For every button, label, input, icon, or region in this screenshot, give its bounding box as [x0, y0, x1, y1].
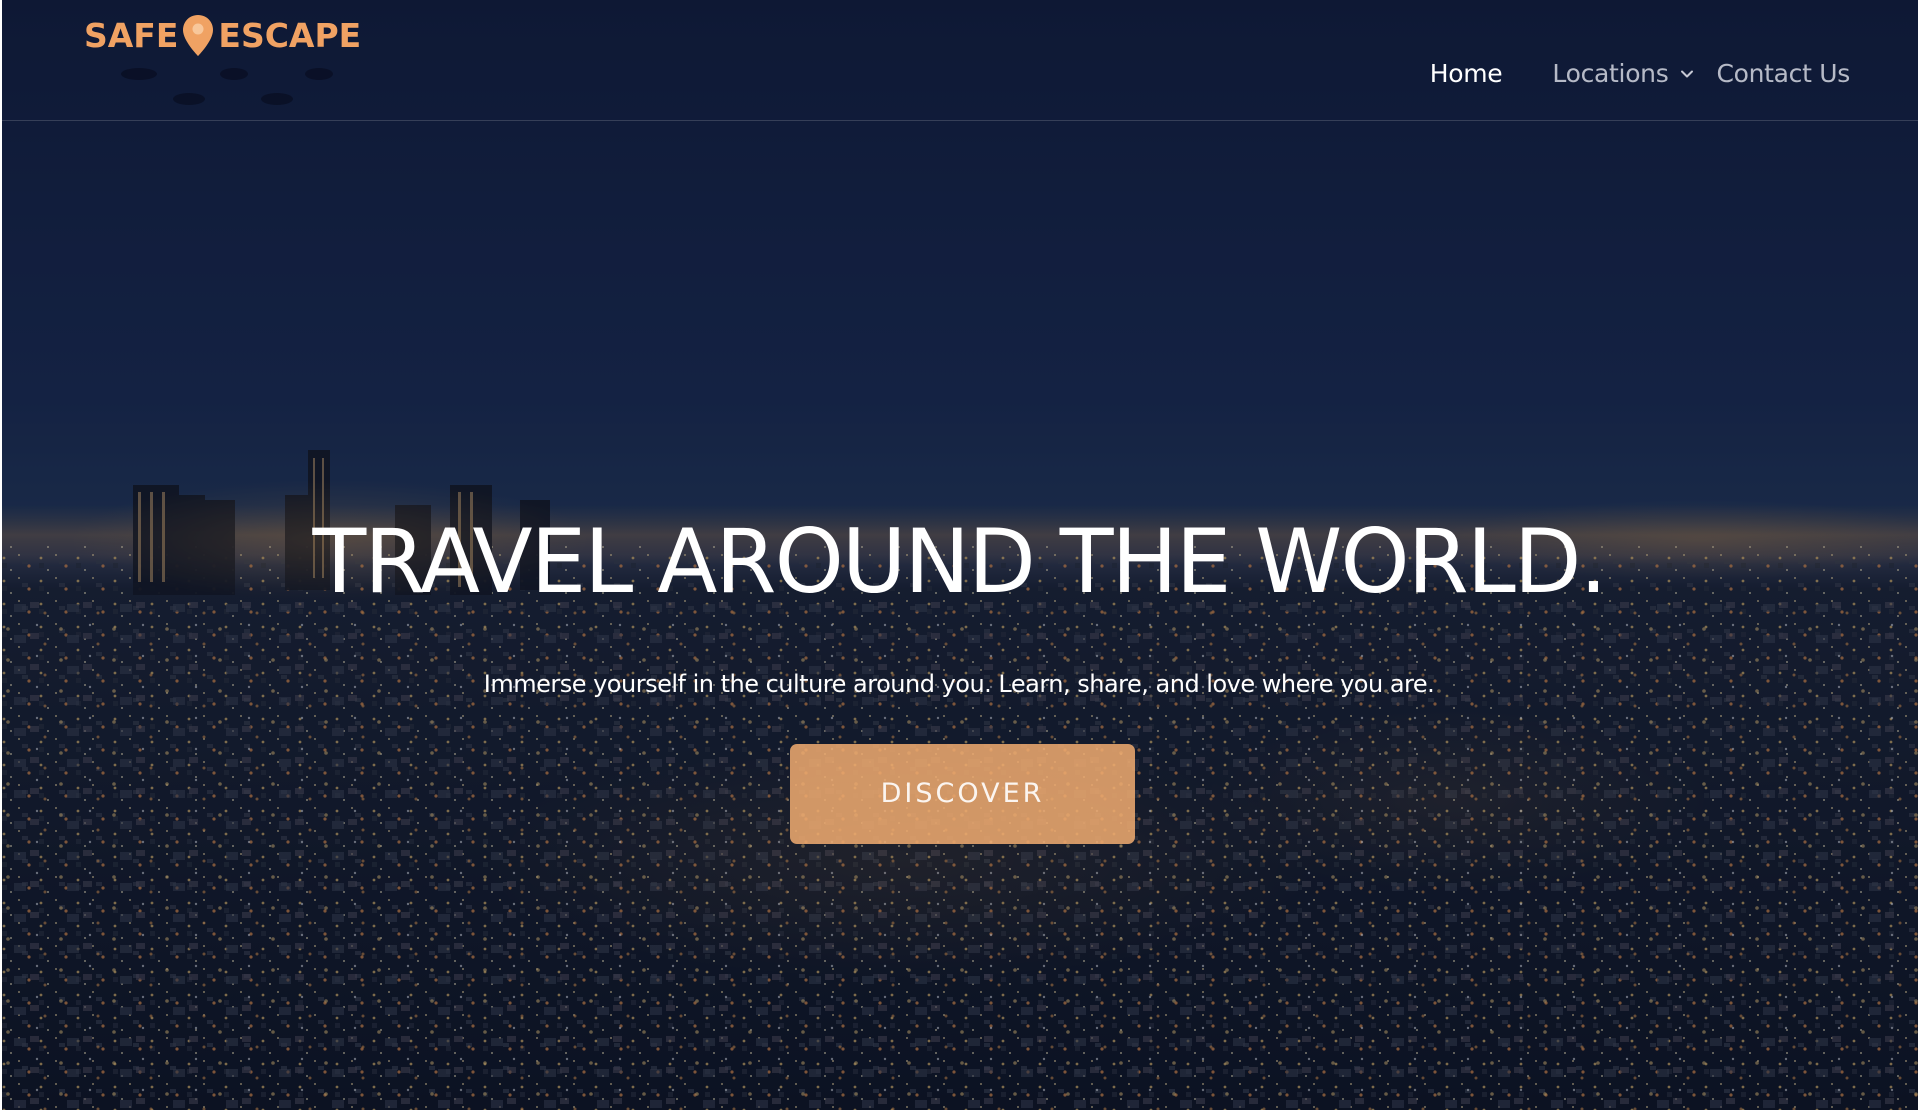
map-pin-icon	[183, 15, 214, 56]
brand-name-right: ESCAPE	[218, 16, 362, 55]
nav-locations-dropdown[interactable]: Locations	[1552, 59, 1694, 88]
nav-home-link[interactable]: Home	[1430, 59, 1503, 88]
landing-page: SAFE ESCAPE Home Locations Contact Us TR…	[0, 0, 1918, 1110]
nav-locations-label: Locations	[1552, 58, 1669, 88]
brand-name-left: SAFE	[84, 16, 179, 55]
nav-contact-label: Contact Us	[1716, 58, 1850, 88]
brand-logo[interactable]: SAFE ESCAPE	[84, 12, 361, 60]
nav-home-label: Home	[1429, 58, 1503, 88]
top-navbar: SAFE ESCAPE Home Locations Contact Us	[0, 0, 1918, 121]
hero-title: TRAVEL AROUND THE WORLD.	[312, 510, 1608, 613]
nav-contact-link[interactable]: Contact Us	[1716, 59, 1850, 88]
discover-button[interactable]: DISCOVER	[790, 744, 1135, 844]
main-navigation: Home Locations Contact Us	[1430, 54, 1851, 92]
hero-subtitle: Immerse yourself in the culture around y…	[483, 670, 1435, 698]
chevron-down-icon	[1681, 70, 1694, 78]
logo-reflection	[121, 68, 333, 105]
